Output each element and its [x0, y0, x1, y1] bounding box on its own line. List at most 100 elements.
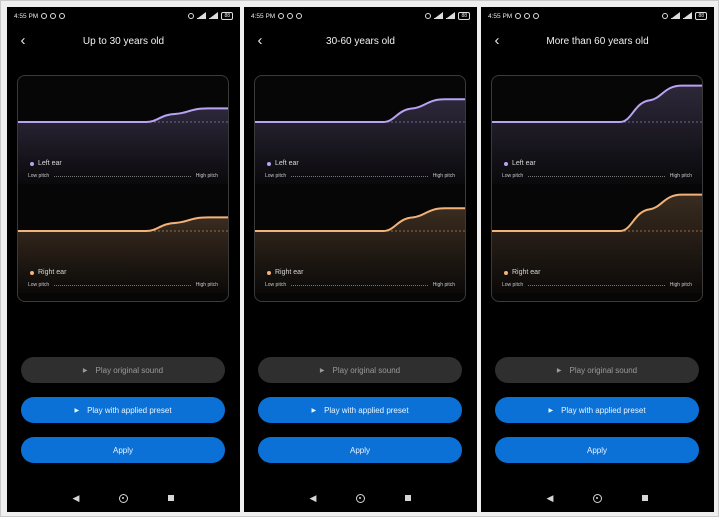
low-pitch-label: Low pitch	[28, 282, 50, 288]
notification-icon	[533, 13, 540, 19]
signal-icon	[434, 12, 444, 19]
status-bar: 4:55 PM 88	[244, 7, 477, 25]
signal-icon	[683, 12, 693, 19]
low-pitch-label: Low pitch	[28, 173, 50, 179]
right-pitch-scale: Low pitch High pitch	[28, 281, 218, 289]
pitch-dots	[54, 284, 191, 286]
right-pitch-scale: Low pitch High pitch	[502, 281, 692, 289]
alarm-icon	[425, 13, 432, 19]
play-original-button[interactable]: ▶ Play original sound	[258, 357, 462, 383]
play-icon: ▶	[556, 367, 562, 374]
apply-label: Apply	[349, 445, 370, 455]
apply-label: Apply	[112, 445, 133, 455]
high-pitch-label: High pitch	[195, 173, 218, 179]
left-ear-dot	[30, 161, 34, 166]
play-original-button[interactable]: ▶ Play original sound	[21, 357, 225, 383]
battery-icon: 88	[458, 12, 470, 20]
nav-home-icon[interactable]	[119, 493, 129, 503]
page-title: 30-60 years old	[326, 36, 395, 47]
nav-home-icon[interactable]	[593, 493, 603, 503]
left-ear-label: Left ear	[504, 160, 536, 167]
low-pitch-label: Low pitch	[265, 173, 287, 179]
play-original-label: Play original sound	[569, 365, 638, 375]
play-icon: ▶	[548, 407, 554, 414]
play-preset-label: Play with applied preset	[87, 405, 172, 415]
low-pitch-label: Low pitch	[502, 282, 524, 288]
nav-recents-icon[interactable]	[168, 495, 175, 501]
nav-back-icon[interactable]: ◀	[547, 493, 554, 504]
phone-screen-30-60: 4:55 PM 88 ‹ 30-60 years old Left ear Lo…	[244, 7, 477, 512]
apply-button[interactable]: Apply	[495, 437, 699, 463]
header: ‹ More than 60 years old	[481, 33, 714, 51]
apply-button[interactable]: Apply	[21, 437, 225, 463]
nav-back-icon[interactable]: ◀	[310, 493, 317, 504]
play-original-label: Play original sound	[332, 365, 401, 375]
notification-icon	[515, 13, 522, 19]
play-icon: ▶	[82, 367, 88, 374]
high-pitch-label: High pitch	[432, 173, 455, 179]
left-ear-text: Left ear	[275, 160, 299, 167]
notification-icon	[41, 13, 48, 19]
left-ear-dot	[504, 161, 508, 166]
left-ear-text: Left ear	[38, 160, 62, 167]
right-ear-dot	[267, 270, 271, 275]
play-icon: ▶	[311, 407, 317, 414]
notification-icon	[278, 13, 285, 19]
high-pitch-label: High pitch	[669, 173, 692, 179]
page-title: More than 60 years old	[546, 36, 649, 47]
page-title: Up to 30 years old	[82, 36, 165, 47]
nav-recents-icon[interactable]	[642, 495, 649, 501]
nav-back-icon[interactable]: ◀	[73, 493, 80, 504]
status-bar: 4:55 PM 88	[7, 7, 240, 25]
high-pitch-label: High pitch	[669, 282, 692, 288]
notification-icon	[59, 13, 66, 19]
left-pitch-scale: Low pitch High pitch	[502, 172, 692, 180]
navigation-bar: ◀	[244, 492, 477, 504]
left-ear-fill	[492, 85, 702, 184]
phone-screen-under-30: 4:55 PM 88 ‹ Up to 30 years old Left ear…	[7, 7, 240, 512]
notification-icon	[287, 13, 294, 19]
nav-home-icon[interactable]	[356, 493, 366, 503]
signal-icon	[209, 12, 219, 19]
left-ear-dot	[267, 161, 271, 166]
right-pitch-scale: Low pitch High pitch	[265, 281, 455, 289]
right-ear-text: Right ear	[275, 269, 304, 276]
left-ear-label: Left ear	[30, 160, 62, 167]
left-ear-label: Left ear	[267, 160, 299, 167]
right-ear-label: Right ear	[267, 269, 303, 276]
right-ear-dot	[30, 270, 34, 275]
right-ear-text: Right ear	[512, 269, 541, 276]
play-preset-button[interactable]: ▶ Play with applied preset	[21, 397, 225, 423]
play-original-button[interactable]: ▶ Play original sound	[495, 357, 699, 383]
left-pitch-scale: Low pitch High pitch	[265, 172, 455, 180]
high-pitch-label: High pitch	[195, 282, 218, 288]
left-pitch-scale: Low pitch High pitch	[28, 172, 218, 180]
play-preset-button[interactable]: ▶ Play with applied preset	[258, 397, 462, 423]
low-pitch-label: Low pitch	[265, 282, 287, 288]
status-time: 4:55 PM	[14, 12, 39, 20]
play-preset-label: Play with applied preset	[561, 405, 646, 415]
alarm-icon	[662, 13, 669, 19]
signal-icon	[197, 12, 207, 19]
right-ear-text: Right ear	[38, 269, 67, 276]
signal-icon	[446, 12, 456, 19]
apply-label: Apply	[586, 445, 607, 455]
hearing-curve-card: Left ear Low pitch High pitch Right ear L…	[254, 75, 466, 302]
low-pitch-label: Low pitch	[502, 173, 524, 179]
header: ‹ 30-60 years old	[244, 33, 477, 51]
pitch-dots	[291, 284, 428, 286]
play-original-label: Play original sound	[95, 365, 164, 375]
nav-recents-icon[interactable]	[405, 495, 412, 501]
pitch-dots	[528, 284, 665, 286]
alarm-icon	[188, 13, 195, 19]
pitch-dots	[54, 175, 191, 177]
battery-icon: 88	[221, 12, 233, 20]
apply-button[interactable]: Apply	[258, 437, 462, 463]
status-time: 4:55 PM	[488, 12, 513, 20]
play-icon: ▶	[74, 407, 80, 414]
navigation-bar: ◀	[7, 492, 240, 504]
left-ear-text: Left ear	[512, 160, 536, 167]
notification-icon	[50, 13, 57, 19]
play-preset-button[interactable]: ▶ Play with applied preset	[495, 397, 699, 423]
signal-icon	[671, 12, 681, 19]
